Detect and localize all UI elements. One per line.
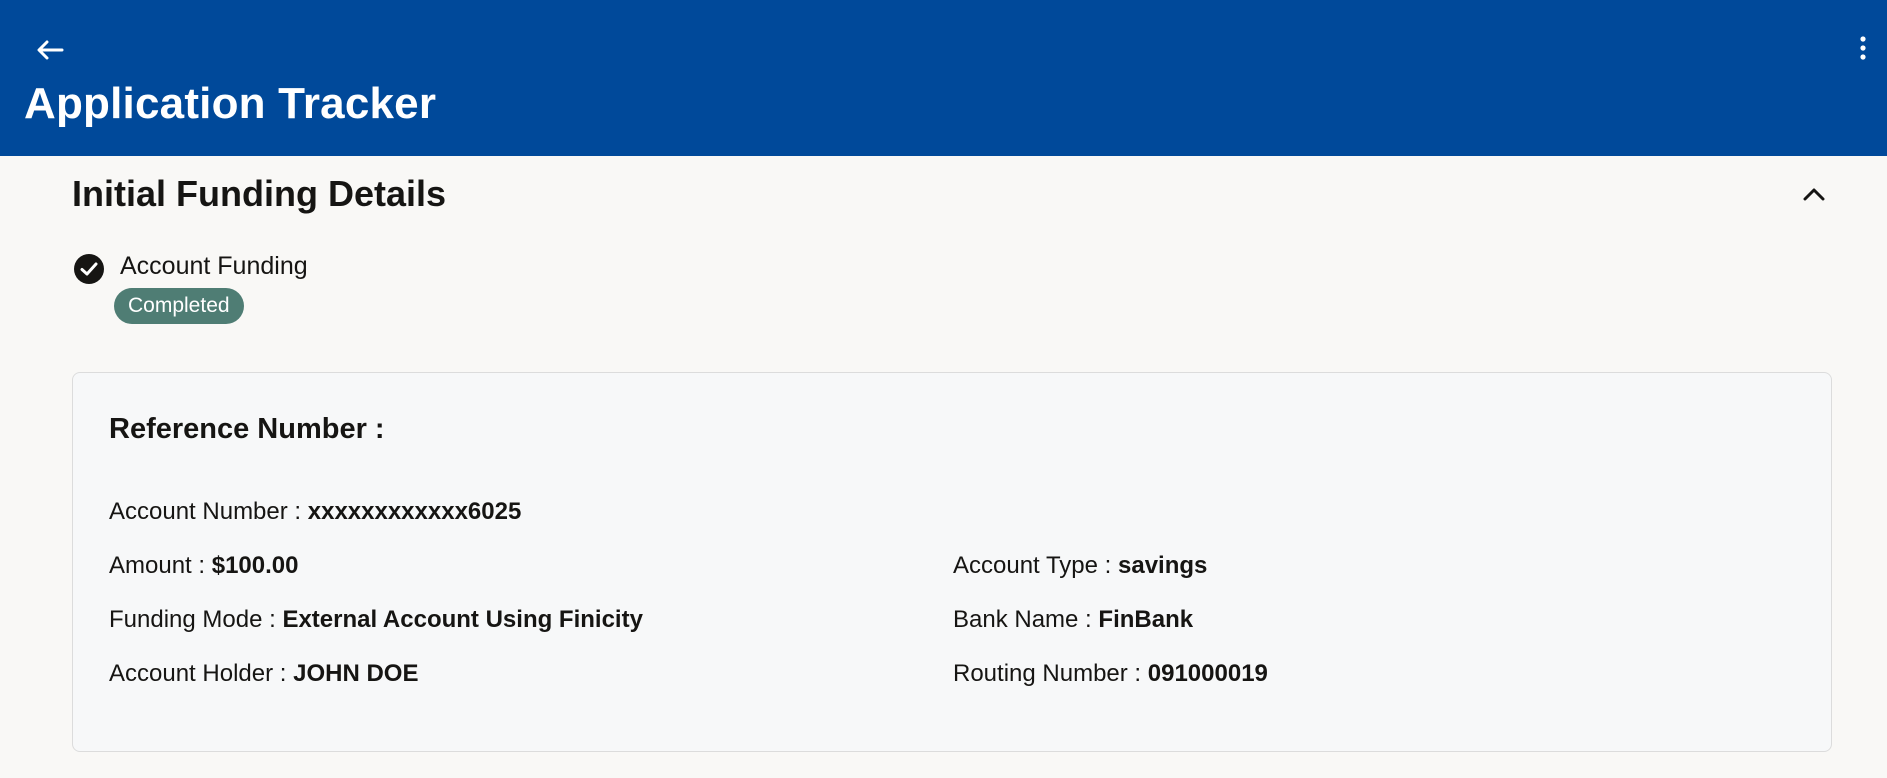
field-label: Amount : <box>109 552 212 579</box>
more-vertical-icon <box>1860 36 1866 60</box>
status-badge: Completed <box>114 288 244 324</box>
field-value: savings <box>1118 552 1208 579</box>
bank-name-field: Bank Name : FinBank <box>953 605 1193 635</box>
status-item-account-funding: Account Funding <box>74 252 308 284</box>
amount-field: Amount : $100.00 <box>109 551 298 581</box>
field-label: Routing Number : <box>953 660 1148 687</box>
field-value: xxxxxxxxxxxx6025 <box>307 498 522 525</box>
section-title: Initial Funding Details <box>72 173 447 214</box>
field-label: Funding Mode : <box>109 606 283 633</box>
status-label: Account Funding <box>120 252 308 280</box>
back-button[interactable] <box>32 32 68 68</box>
reference-number-title: Reference Number : <box>109 413 385 445</box>
more-options-button[interactable] <box>1853 30 1873 66</box>
field-value: 091000019 <box>1147 660 1268 687</box>
field-value: JOHN DOE <box>293 660 419 687</box>
collapse-section-button[interactable] <box>1798 178 1830 210</box>
field-value: $100.00 <box>211 552 299 579</box>
account-holder-field: Account Holder : JOHN DOE <box>109 659 418 689</box>
field-label: Account Type : <box>953 552 1118 579</box>
field-label: Bank Name : <box>953 606 1099 633</box>
arrow-left-icon <box>37 40 64 60</box>
account-number-field: Account Number : xxxxxxxxxxxx6025 <box>109 497 521 527</box>
page-title: Application Tracker <box>24 79 437 128</box>
app-header: Application Tracker <box>0 0 1887 156</box>
field-value: FinBank <box>1098 606 1194 633</box>
field-label: Account Number : <box>109 498 308 525</box>
routing-number-field: Routing Number : 091000019 <box>953 659 1268 689</box>
account-type-field: Account Type : savings <box>953 551 1207 581</box>
field-value: External Account Using Finicity <box>282 606 643 633</box>
chevron-up-icon <box>1803 188 1825 201</box>
reference-details-card: Reference Number : Account Number : xxxx… <box>72 372 1832 752</box>
field-label: Account Holder : <box>109 660 294 687</box>
check-circle-icon <box>74 254 104 284</box>
funding-mode-field: Funding Mode : External Account Using Fi… <box>109 605 643 635</box>
